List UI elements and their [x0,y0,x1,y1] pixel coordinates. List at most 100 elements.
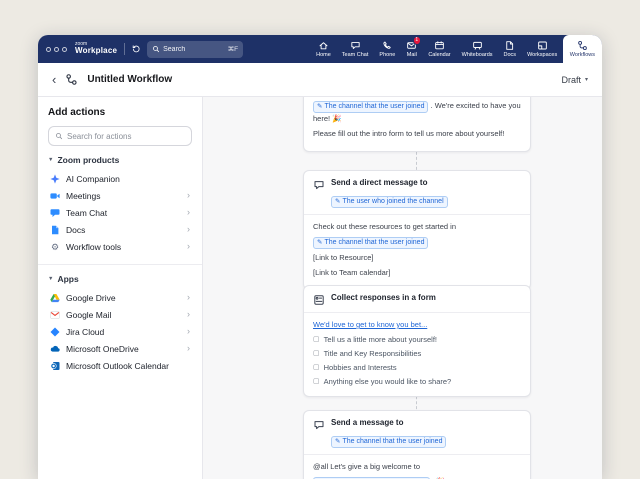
calendar-link-placeholder: [Link to Team calendar] [313,267,521,279]
nav-item-workspaces[interactable]: Workspaces [522,35,563,63]
window-minimize-button[interactable] [54,47,59,52]
chat-bubble-icon [313,179,325,191]
workflow-card-collect-responses[interactable]: Collect responses in a form We'd love to… [303,285,531,397]
nav-item-team-chat[interactable]: Team Chat [336,35,374,63]
window-maximize-button[interactable] [62,47,67,52]
chevron-right-icon: › [187,293,190,302]
logo-workplace-text: Workplace [75,47,117,56]
nav-item-home[interactable]: Home [311,35,337,63]
workflow-card-intro-message[interactable]: ✎The channel that the user joined . We'r… [303,97,531,152]
card-title: Collect responses in a form [331,293,436,302]
section-zoom-products[interactable]: ▼ Zoom products [48,155,192,165]
mail-badge: 1 [413,36,421,45]
workflow-icon [65,73,78,86]
card-title: Send a message to [331,418,446,427]
jira-cloud-icon [50,327,60,337]
workflows-icon [577,40,588,51]
message-line: ✎The channel that the user joined [313,236,521,249]
window-controls [46,47,67,52]
sidebar-separator [38,264,202,265]
pencil-icon: ✎ [317,240,322,247]
workspaces-icon [537,40,548,51]
card-header-text: Send a message to ✎The channel that the … [331,418,446,448]
nav-left-cluster: zoom Workplace ⌘F [46,35,243,63]
checkbox-icon: ▢ [313,334,320,345]
team-chat-icon [350,40,361,51]
search-shortcut: ⌘F [228,45,238,53]
nav-item-whiteboards[interactable]: Whiteboards [456,35,498,63]
window-close-button[interactable] [46,47,51,52]
actions-search[interactable] [48,126,192,146]
chevron-right-icon: › [187,310,190,319]
form-field-label: Tell us a little more about yourself! [324,334,437,346]
workflow-card-send-message[interactable]: Send a message to ✎The channel that the … [303,410,531,479]
message-text: @all Let's give a big welcome to [313,461,521,473]
status-badge: Draft [561,75,581,85]
sidebar-item-google-drive[interactable]: Google Drive › [48,289,192,306]
channel-chip[interactable]: ✎The channel that the user joined [313,101,428,113]
chevron-down-icon: ▾ [585,76,588,83]
form-icon [313,294,325,306]
actions-search-input[interactable] [67,132,185,141]
phone-icon [382,40,393,51]
ai-companion-icon [50,174,60,184]
outlook-calendar-icon [50,361,60,371]
nav-item-calendar[interactable]: Calendar [423,35,456,63]
channel-chip[interactable]: ✎The channel that the user joined [313,237,428,249]
chevron-right-icon: › [187,327,190,336]
card-header: Send a message to ✎The channel that the … [304,411,530,454]
app-window: zoom Workplace ⌘F Home [38,35,602,479]
top-navigation-bar: zoom Workplace ⌘F Home [38,35,602,63]
nav-item-mail[interactable]: 1 Mail [401,35,423,63]
sidebar-item-google-mail[interactable]: Google Mail › [48,306,192,323]
chevron-right-icon: › [187,344,190,353]
logo-zoom-text: zoom [75,42,117,48]
chevron-right-icon: › [187,208,190,217]
form-field-row: ▢ Hobbies and Interests [313,362,521,374]
recipient-chip[interactable]: ✎The channel that the user joined [331,436,446,448]
nav-items: Home Team Chat Phone 1 Mail Calendar [311,35,602,63]
sidebar-item-docs[interactable]: Docs › [48,221,192,238]
form-field-row: ▢ Anything else you would like to share? [313,376,521,388]
sidebar-item-onedrive[interactable]: Microsoft OneDrive › [48,340,192,357]
card-body: We'd love to get to know you bet... ▢ Te… [304,313,530,396]
global-search[interactable]: ⌘F [147,41,243,58]
sidebar-item-jira-cloud[interactable]: Jira Cloud › [48,323,192,340]
form-field-label: Anything else you would like to share? [324,376,452,388]
workflow-card-send-direct-message[interactable]: Send a direct message to ✎The user who j… [303,170,531,290]
sidebar-item-team-chat[interactable]: Team Chat › [48,204,192,221]
pencil-icon: ✎ [335,439,340,446]
sidebar-item-meetings[interactable]: Meetings › [48,187,192,204]
pencil-icon: ✎ [335,199,340,206]
status-dropdown[interactable]: Draft ▾ [561,75,588,85]
card-body: @all Let's give a big welcome to ✎The us… [304,455,530,479]
chat-bubble-icon [313,419,325,431]
nav-item-docs[interactable]: Docs [498,35,522,63]
recipient-chip[interactable]: ✎The user who joined the channel [331,196,448,208]
main-area: Add actions ▼ Zoom products AI Companion… [38,97,602,479]
history-icon[interactable] [131,44,141,54]
search-icon [152,45,160,53]
search-input[interactable] [163,46,225,53]
workflow-canvas[interactable]: ✎The channel that the user joined . We'r… [203,97,602,479]
message-text: Please fill out the intro form to tell u… [313,128,521,140]
workflow-header-bar: ‹ Untitled Workflow Draft ▾ [38,63,602,97]
chevron-right-icon: › [187,242,190,251]
sidebar-item-ai-companion[interactable]: AI Companion [48,170,192,187]
checkbox-icon: ▢ [313,362,320,373]
whiteboards-icon [472,40,483,51]
docs-icon [504,40,515,51]
section-apps[interactable]: ▼ Apps [48,274,192,284]
sidebar-item-workflow-tools[interactable]: ⚙ Workflow tools › [48,238,192,255]
calendar-icon [434,40,445,51]
form-title-link[interactable]: We'd love to get to know you bet... [313,320,427,329]
sidebar-item-outlook-calendar[interactable]: Microsoft Outlook Calendar [48,357,192,374]
card-header: Send a direct message to ✎The user who j… [304,171,530,214]
caret-down-icon: ▼ [48,276,53,282]
card-body: ✎The channel that the user joined . We'r… [304,97,530,151]
nav-item-phone[interactable]: Phone [374,35,401,63]
back-button[interactable]: ‹ [52,73,56,86]
form-field-row: ▢ Tell us a little more about yourself! [313,334,521,346]
nav-item-workflows[interactable]: Workflows [563,35,602,63]
form-field-label: Hobbies and Interests [324,362,397,374]
